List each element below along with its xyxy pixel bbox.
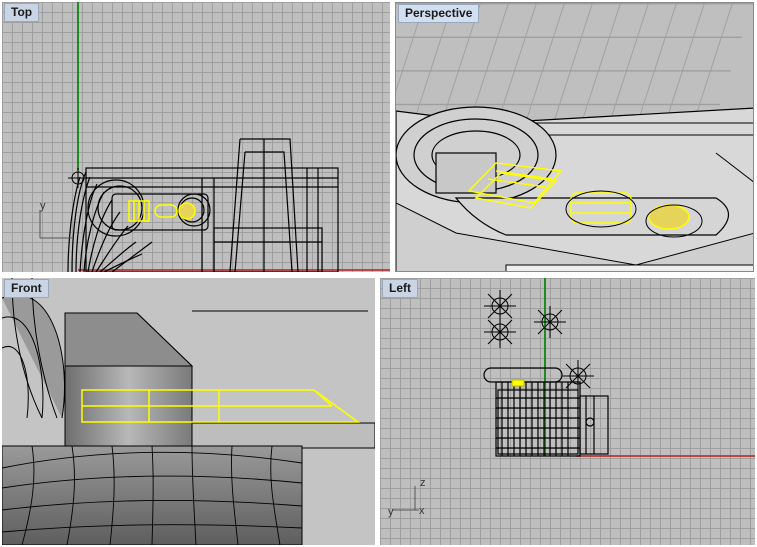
viewport-front[interactable]: Front xyxy=(2,278,375,545)
viewport-tab-perspective[interactable]: Perspective xyxy=(398,4,480,23)
top-axis-y-label: y xyxy=(40,200,46,212)
left-axis-y-label: y xyxy=(388,506,394,518)
top-model-wireframe xyxy=(67,138,339,272)
top-selection xyxy=(128,200,196,222)
light-marker-icon xyxy=(68,168,88,188)
left-selection xyxy=(511,379,525,387)
viewport-tab-front[interactable]: Front xyxy=(4,279,49,298)
viewport-left[interactable]: Left z y x xyxy=(380,278,755,545)
perspective-view-scene xyxy=(396,106,753,271)
viewport-perspective[interactable]: Perspective xyxy=(395,2,754,272)
viewport-top[interactable]: Top y xyxy=(2,2,390,272)
light-markers-icon xyxy=(484,290,594,392)
lens-outline xyxy=(396,106,557,204)
left-axis-x-label: x xyxy=(419,505,425,517)
viewport-tab-left[interactable]: Left xyxy=(382,279,418,298)
front-view-scene xyxy=(2,278,375,545)
left-axis-z-label: z xyxy=(420,477,426,489)
viewport-tab-top[interactable]: Top xyxy=(4,3,40,22)
top-view-scene: y xyxy=(39,2,390,272)
left-view-scene: z y x xyxy=(388,278,755,518)
